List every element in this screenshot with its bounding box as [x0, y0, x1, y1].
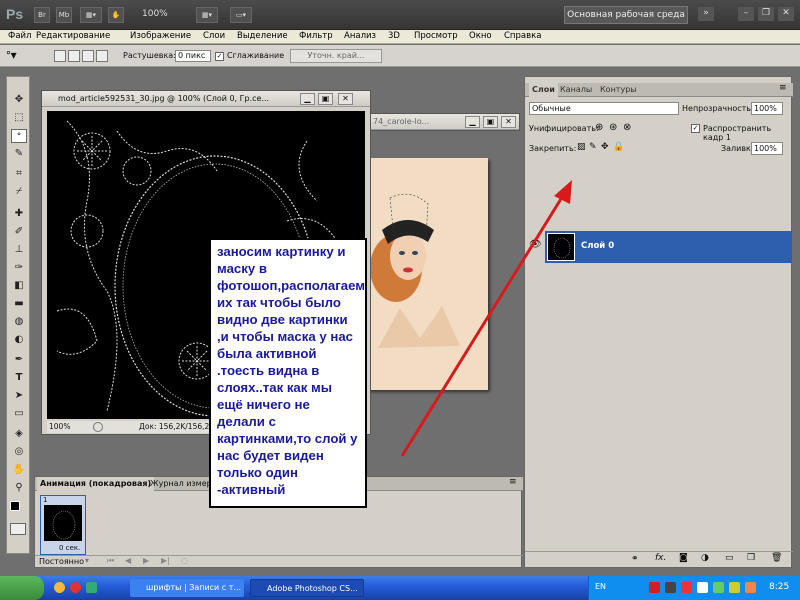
- tray-app-icon[interactable]: [681, 582, 692, 593]
- system-tray: EN 8:25: [588, 576, 800, 600]
- tray-extra-icon[interactable]: [745, 582, 756, 593]
- annotation-arrow: [400, 180, 572, 457]
- quicklaunch-opera-icon[interactable]: [54, 582, 65, 593]
- tray-update-icon[interactable]: [713, 582, 724, 593]
- quicklaunch-browser-icon[interactable]: [70, 582, 81, 593]
- quicklaunch-app-icon[interactable]: [86, 582, 97, 593]
- tray-volume-icon[interactable]: [697, 582, 708, 593]
- task-browser[interactable]: шрифты | Записи с т...: [130, 579, 244, 597]
- language-indicator[interactable]: EN: [595, 582, 606, 591]
- start-button[interactable]: [0, 576, 44, 600]
- tray-misc-icon[interactable]: [729, 582, 740, 593]
- task-photoshop[interactable]: Adobe Photoshop CS...: [250, 579, 364, 597]
- tray-antivirus-icon[interactable]: [649, 582, 660, 593]
- system-clock: 8:25: [769, 582, 790, 592]
- windows-taskbar: шрифты | Записи с т... Adobe Photoshop C…: [0, 576, 800, 600]
- tray-network-icon[interactable]: [665, 582, 676, 593]
